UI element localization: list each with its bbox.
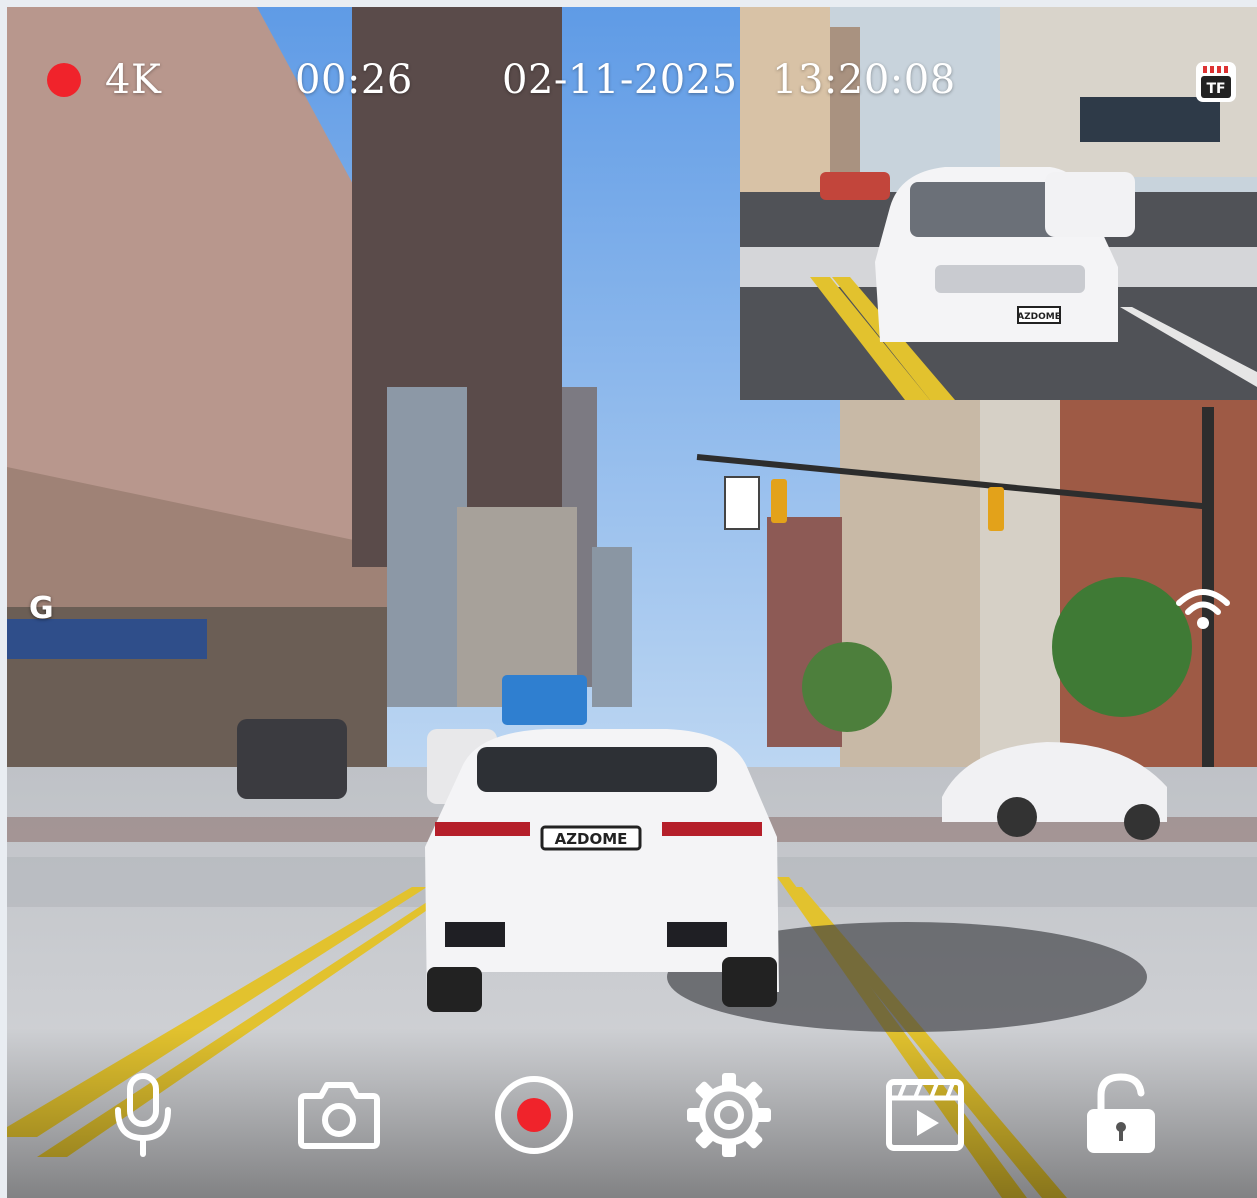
svg-text:TF: TF xyxy=(1206,81,1225,97)
time-display: 13:20:08 xyxy=(772,57,956,103)
camera-icon xyxy=(298,1082,380,1149)
microphone-icon xyxy=(115,1073,171,1157)
settings-gear-icon xyxy=(687,1073,771,1157)
record-icon xyxy=(495,1076,573,1154)
inset-car-plate: AZDOME xyxy=(1017,312,1061,322)
playback-button[interactable] xyxy=(875,1065,975,1165)
unlock-icon xyxy=(1087,1073,1155,1153)
lock-button[interactable] xyxy=(1071,1065,1171,1165)
elapsed-time: 00:26 xyxy=(295,57,413,103)
photo-capture-button[interactable] xyxy=(289,1065,389,1165)
gps-indicator: G xyxy=(29,591,54,626)
tf-card-icon: TF xyxy=(1194,60,1238,104)
playback-icon xyxy=(886,1079,964,1151)
control-bar-background xyxy=(7,1028,1257,1198)
microphone-button[interactable] xyxy=(93,1065,193,1165)
record-button[interactable] xyxy=(484,1065,584,1165)
dashcam-screen: AZDOME AZDOME 4K 00:26 02-11-2025 13:20:… xyxy=(7,7,1257,1198)
settings-button[interactable] xyxy=(679,1065,779,1165)
date-display: 02-11-2025 xyxy=(502,57,738,103)
resolution-label: 4K xyxy=(105,57,162,103)
recording-indicator xyxy=(47,63,81,97)
wifi-icon xyxy=(1173,583,1233,633)
lead-car-plate: AZDOME xyxy=(555,830,628,848)
